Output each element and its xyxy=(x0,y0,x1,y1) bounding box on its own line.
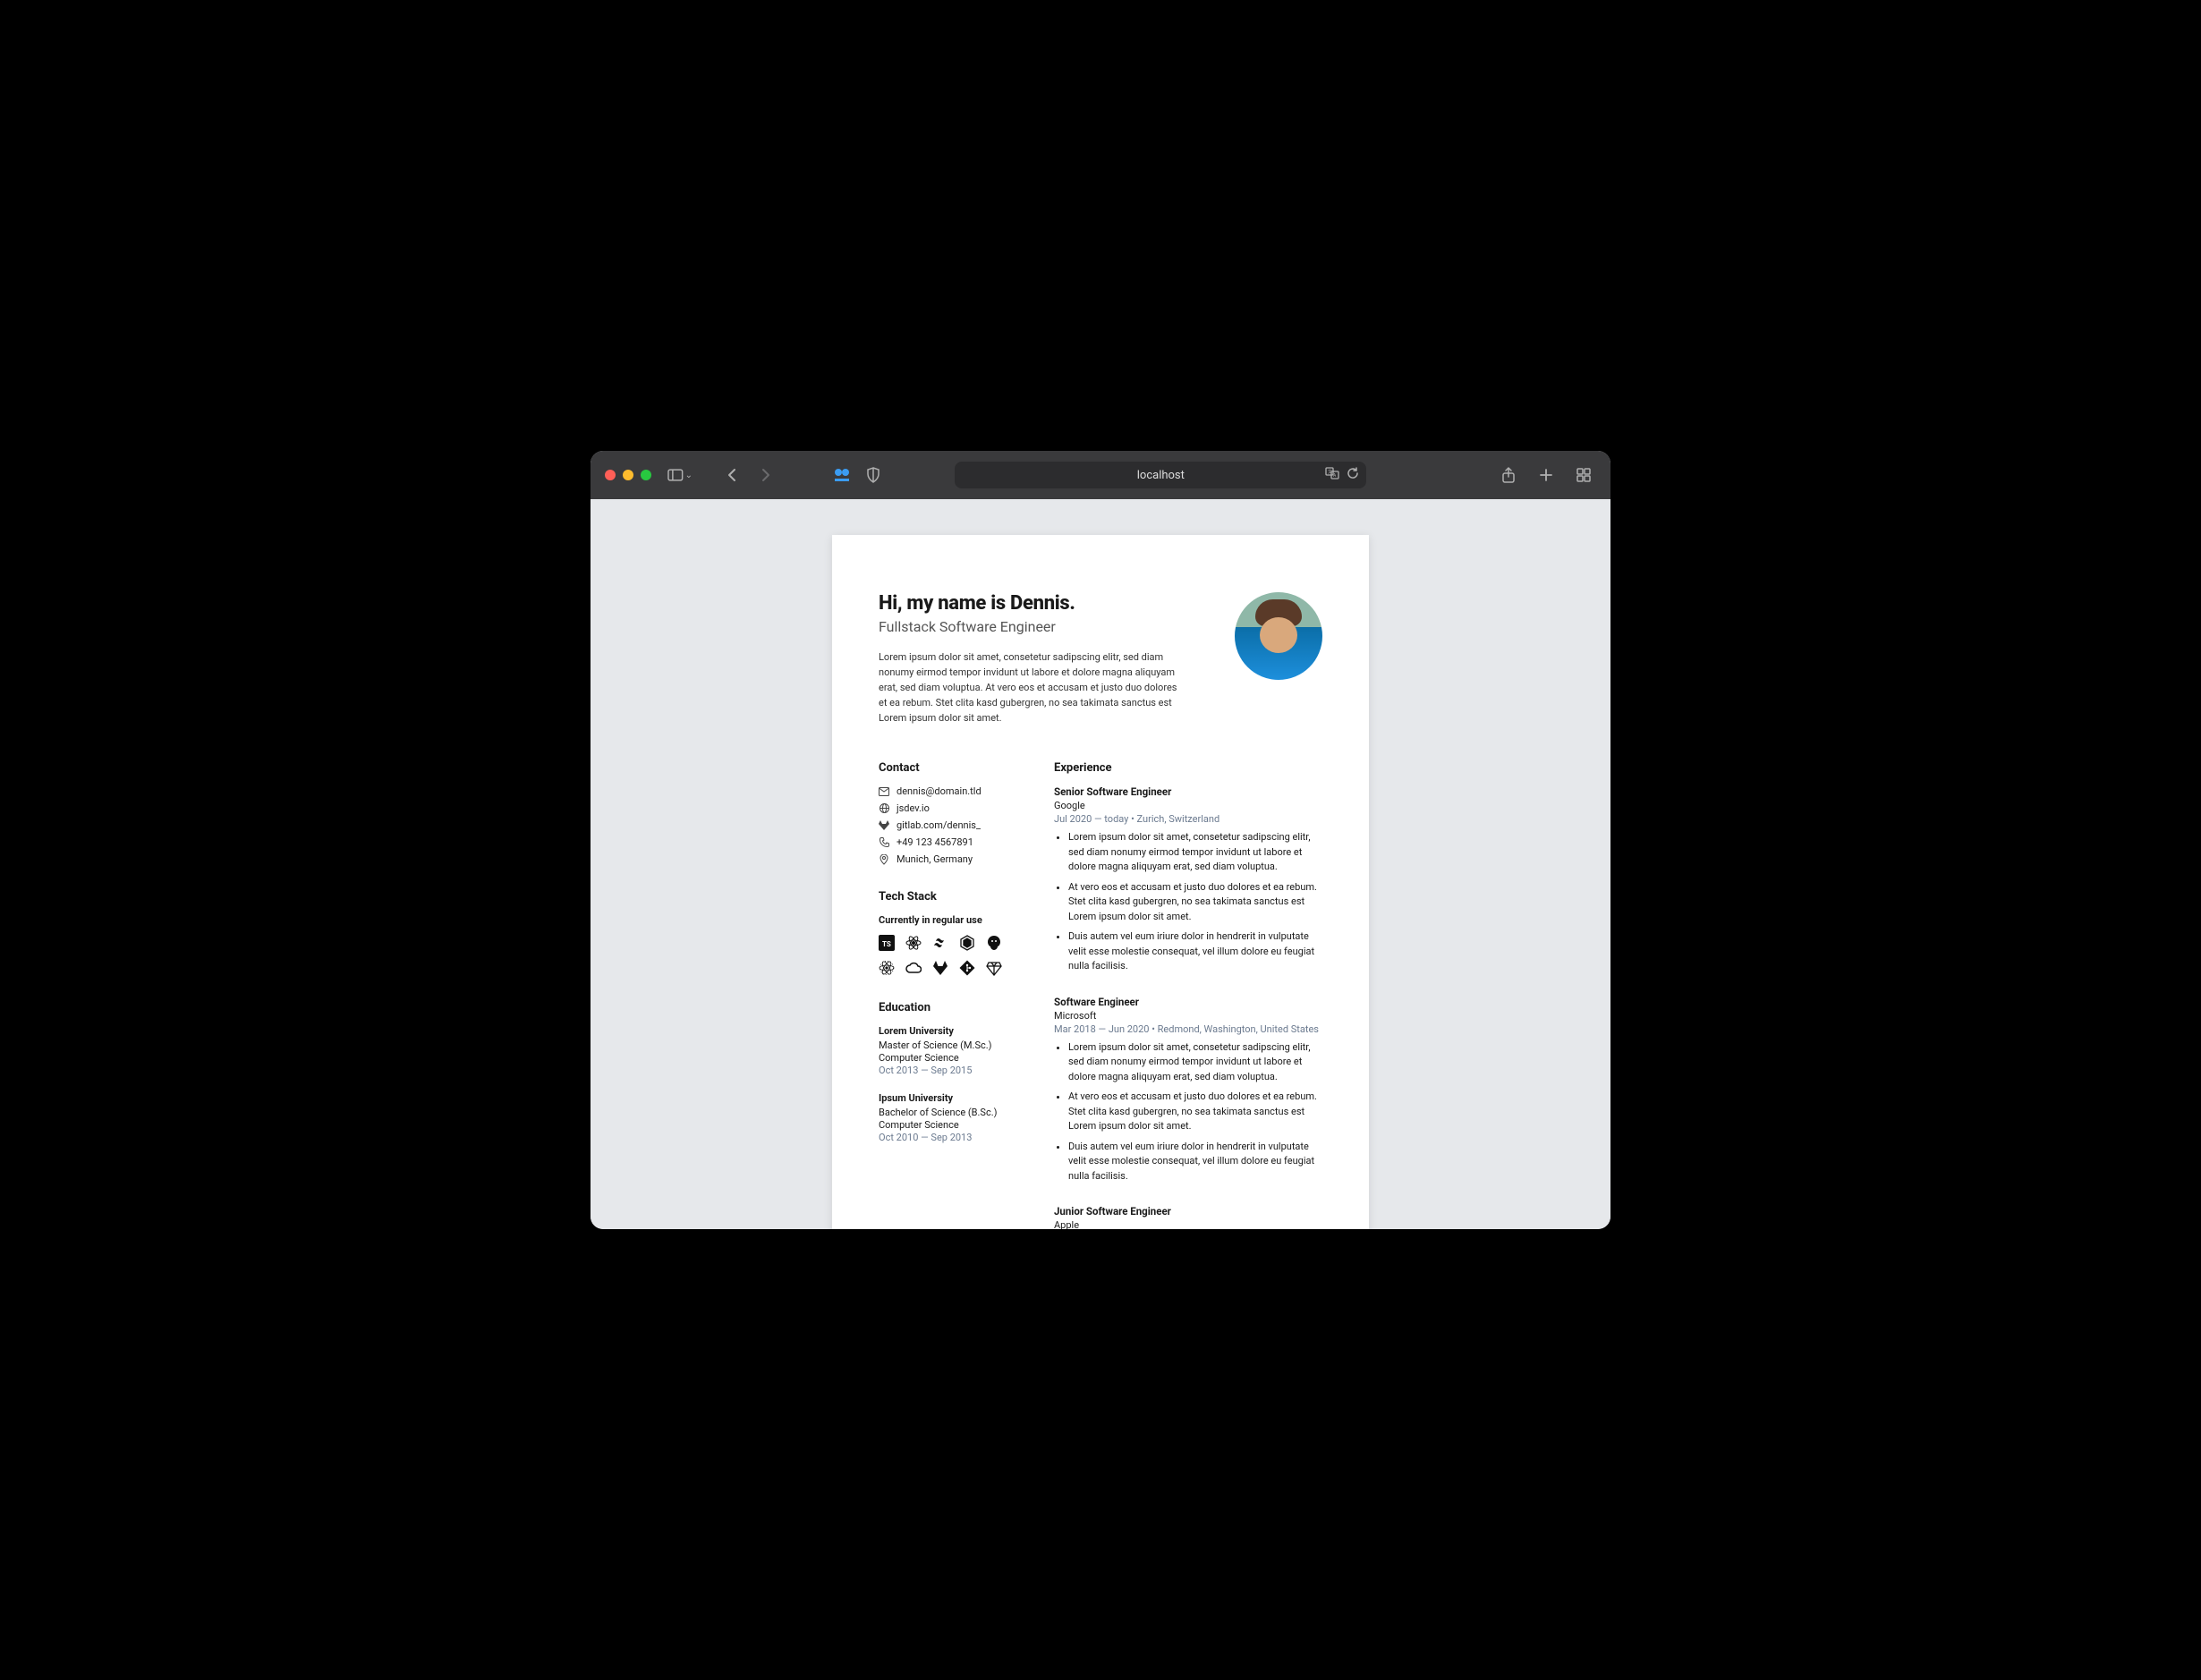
close-window-button[interactable] xyxy=(605,470,616,480)
techstack-grid: TS xyxy=(879,935,1022,976)
resume-page: Hi, my name is Dennis. Fullstack Softwar… xyxy=(832,535,1369,1229)
role: Junior Software Engineer xyxy=(1054,1205,1322,1218)
contact-item: gitlab.com/dennis_ xyxy=(879,819,1022,831)
experience-bullet: At vero eos et accusam et justo duo dolo… xyxy=(1068,1090,1322,1134)
ruby-icon xyxy=(986,960,1002,976)
avatar xyxy=(1235,592,1322,680)
gitlab-icon xyxy=(879,820,889,830)
education-item: Lorem University Master of Science (M.Sc.… xyxy=(879,1025,1022,1076)
tab-overview-button[interactable] xyxy=(1571,462,1596,488)
page-title: Hi, my name is Dennis. xyxy=(879,592,1213,615)
reload-icon[interactable] xyxy=(1347,467,1359,483)
role: Senior Software Engineer xyxy=(1054,785,1322,798)
techstack-subheading: Currently in regular use xyxy=(879,914,1022,926)
contact-item: jsdev.io xyxy=(879,802,1022,814)
url-bar[interactable]: localhost 文A xyxy=(955,462,1366,488)
shield-privacy-icon[interactable] xyxy=(861,462,886,488)
contact-heading: Contact xyxy=(879,761,1022,775)
role: Software Engineer xyxy=(1054,996,1322,1008)
company: Google xyxy=(1054,800,1322,811)
dates: Oct 2010 — Sep 2013 xyxy=(879,1132,1022,1143)
job-meta: Mar 2018 — Jun 2020 • Redmond, Washingto… xyxy=(1054,1023,1322,1035)
experience-list: Senior Software Engineer Google Jul 2020 —… xyxy=(1054,785,1322,1229)
git-icon xyxy=(959,960,975,976)
field: Computer Science xyxy=(879,1119,1022,1131)
translate-icon[interactable]: 文A xyxy=(1325,467,1339,483)
experience-bullets: Lorem ipsum dolor sit amet, consetetur s… xyxy=(1054,830,1322,974)
svg-text:A: A xyxy=(1333,473,1337,479)
sidebar-toggle-button[interactable]: ⌄ xyxy=(667,462,693,488)
share-button[interactable] xyxy=(1496,462,1521,488)
url-text: localhost xyxy=(1137,469,1185,482)
nodejs-icon xyxy=(959,935,975,951)
reactnative-icon xyxy=(879,960,895,976)
maximize-window-button[interactable] xyxy=(641,470,651,480)
company: Microsoft xyxy=(1054,1010,1322,1022)
location-icon xyxy=(879,854,889,865)
globe-icon xyxy=(879,803,889,813)
experience-bullet: Lorem ipsum dolor sit amet, consetetur s… xyxy=(1068,1040,1322,1085)
school-name: Ipsum University xyxy=(879,1092,1022,1104)
contact-item: dennis@domain.tld xyxy=(879,785,1022,797)
contact-value: Munich, Germany xyxy=(897,853,973,865)
experience-bullet: Lorem ipsum dolor sit amet, consetetur s… xyxy=(1068,830,1322,875)
school-name: Lorem University xyxy=(879,1025,1022,1037)
contact-value: jsdev.io xyxy=(897,802,930,814)
tailwind-icon xyxy=(932,935,948,951)
viewport[interactable]: Hi, my name is Dennis. Fullstack Softwar… xyxy=(591,499,1610,1229)
bio-text: Lorem ipsum dolor sit amet, consetetur s… xyxy=(879,649,1183,725)
back-button[interactable] xyxy=(719,462,744,488)
extension-devtools-icon[interactable] xyxy=(832,465,852,485)
experience-item: Software Engineer MicrosoftMar 2018 — Jun… xyxy=(1054,996,1322,1184)
window-controls xyxy=(605,470,651,480)
contact-value: gitlab.com/dennis_ xyxy=(897,819,981,831)
dates: Oct 2013 — Sep 2015 xyxy=(879,1065,1022,1076)
browser-window: ⌄ localhost 文A xyxy=(591,451,1610,1229)
phone-icon xyxy=(879,837,889,847)
experience-heading: Experience xyxy=(1054,761,1322,775)
page-subtitle: Fullstack Software Engineer xyxy=(879,618,1213,635)
gitlab-icon xyxy=(932,960,948,976)
education-list: Lorem University Master of Science (M.Sc.… xyxy=(879,1025,1022,1143)
mail-icon xyxy=(879,787,889,796)
minimize-window-button[interactable] xyxy=(623,470,633,480)
degree: Master of Science (M.Sc.) xyxy=(879,1039,1022,1051)
experience-bullet: Duis autem vel eum iriure dolor in hendr… xyxy=(1068,929,1322,974)
field: Computer Science xyxy=(879,1052,1022,1064)
typescript-icon: TS xyxy=(879,935,895,951)
contact-list: dennis@domain.tld jsdev.io gitlab.com/denn… xyxy=(879,785,1022,865)
chevron-down-icon: ⌄ xyxy=(685,471,693,480)
contact-value: +49 123 4567891 xyxy=(897,836,973,848)
browser-toolbar: ⌄ localhost 文A xyxy=(591,451,1610,499)
degree: Bachelor of Science (B.Sc.) xyxy=(879,1107,1022,1118)
cloud-icon xyxy=(905,960,922,976)
contact-value: dennis@domain.tld xyxy=(897,785,982,797)
education-item: Ipsum University Bachelor of Science (B.S… xyxy=(879,1092,1022,1143)
education-heading: Education xyxy=(879,1001,1022,1014)
contact-item: +49 123 4567891 xyxy=(879,836,1022,848)
company: Apple xyxy=(1054,1219,1322,1229)
forward-button[interactable] xyxy=(753,462,778,488)
experience-bullets: Lorem ipsum dolor sit amet, consetetur s… xyxy=(1054,1040,1322,1184)
experience-bullet: Duis autem vel eum iriure dolor in hendr… xyxy=(1068,1140,1322,1184)
react-icon xyxy=(905,935,922,951)
job-meta: Jul 2020 — today • Zurich, Switzerland xyxy=(1054,813,1322,825)
postgresql-icon xyxy=(986,935,1002,951)
svg-text:TS: TS xyxy=(882,940,891,948)
contact-item: Munich, Germany xyxy=(879,853,1022,865)
new-tab-button[interactable] xyxy=(1534,462,1559,488)
svg-text:文: 文 xyxy=(1328,469,1332,475)
techstack-heading: Tech Stack xyxy=(879,890,1022,904)
resume-header: Hi, my name is Dennis. Fullstack Softwar… xyxy=(879,592,1322,725)
experience-bullet: At vero eos et accusam et justo duo dolo… xyxy=(1068,880,1322,925)
experience-item: Junior Software EngineerAppleNov 2015 — … xyxy=(1054,1205,1322,1229)
experience-item: Senior Software Engineer Google Jul 2020 —… xyxy=(1054,785,1322,974)
